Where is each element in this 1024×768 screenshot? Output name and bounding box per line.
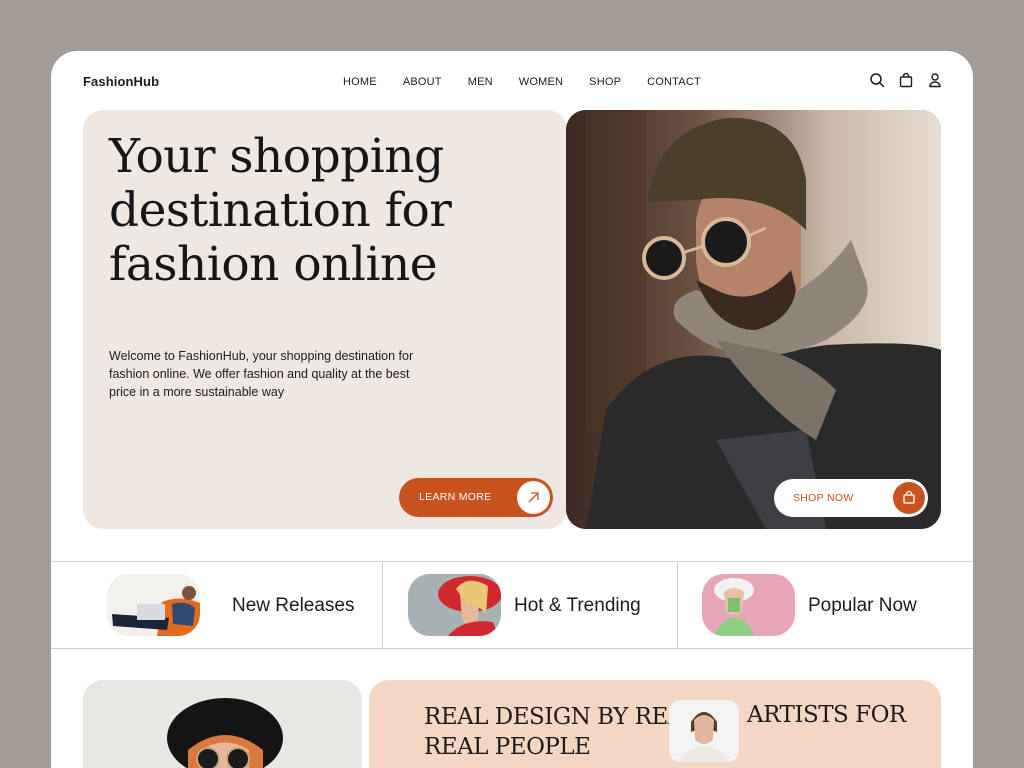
header-actions xyxy=(869,72,943,88)
hero-title: Your shopping destination for fashion on… xyxy=(109,129,452,292)
category-new-releases[interactable]: New Releases xyxy=(51,562,382,648)
nav-shop[interactable]: SHOP xyxy=(589,76,621,88)
arrow-up-right-icon xyxy=(517,481,550,514)
learn-more-label: LEARN MORE xyxy=(419,491,492,503)
banner-thumbnail xyxy=(669,700,739,762)
bag-icon[interactable] xyxy=(898,72,914,88)
featured-model-photo xyxy=(83,680,362,768)
hero-text-panel: Your shopping destination for fashion on… xyxy=(83,110,567,529)
banner-line-1: REAL DESIGN BY REAL xyxy=(424,704,699,730)
cart-icon xyxy=(893,482,925,514)
brand-logo[interactable]: FashionHub xyxy=(83,74,159,89)
new-releases-thumbnail xyxy=(107,574,200,636)
category-popular-now[interactable]: Popular Now xyxy=(678,562,973,648)
hero-model-photo xyxy=(566,110,941,529)
nav-about[interactable]: ABOUT xyxy=(403,76,442,88)
bottom-left-feature xyxy=(83,680,362,768)
hot-trending-thumbnail xyxy=(408,574,501,636)
page-card: FashionHub HOME ABOUT MEN WOMEN SHOP CON… xyxy=(51,51,973,768)
user-icon[interactable] xyxy=(927,72,943,88)
banner-heading-left: REAL DESIGN BY REAL REAL PEOPLE xyxy=(424,702,699,762)
shop-now-button[interactable]: SHOP NOW xyxy=(774,479,928,517)
category-label: New Releases xyxy=(232,595,355,616)
hero-description: Welcome to FashionHub, your shopping des… xyxy=(109,349,414,399)
learn-more-button[interactable]: LEARN MORE xyxy=(399,478,553,517)
banner-line-3: ARTISTS FOR xyxy=(747,702,906,728)
nav-home[interactable]: HOME xyxy=(343,76,377,88)
popular-now-thumbnail xyxy=(702,574,795,636)
category-hot-trending[interactable]: Hot & Trending xyxy=(383,562,677,648)
nav-women[interactable]: WOMEN xyxy=(519,76,563,88)
hero-image-panel: SHOP NOW xyxy=(566,110,941,529)
bottom-right-banner: REAL DESIGN BY REAL REAL PEOPLE ARTISTS … xyxy=(369,680,941,768)
banner-line-2: REAL PEOPLE xyxy=(424,734,591,760)
nav-men[interactable]: MEN xyxy=(468,76,493,88)
main-nav: HOME ABOUT MEN WOMEN SHOP CONTACT xyxy=(343,76,701,88)
category-bar: New Releases Hot & Trending Popular Now xyxy=(51,561,973,649)
shop-now-label: SHOP NOW xyxy=(793,492,854,504)
category-label: Popular Now xyxy=(808,595,917,616)
category-label: Hot & Trending xyxy=(514,595,641,616)
search-icon[interactable] xyxy=(869,72,885,88)
nav-contact[interactable]: CONTACT xyxy=(647,76,701,88)
